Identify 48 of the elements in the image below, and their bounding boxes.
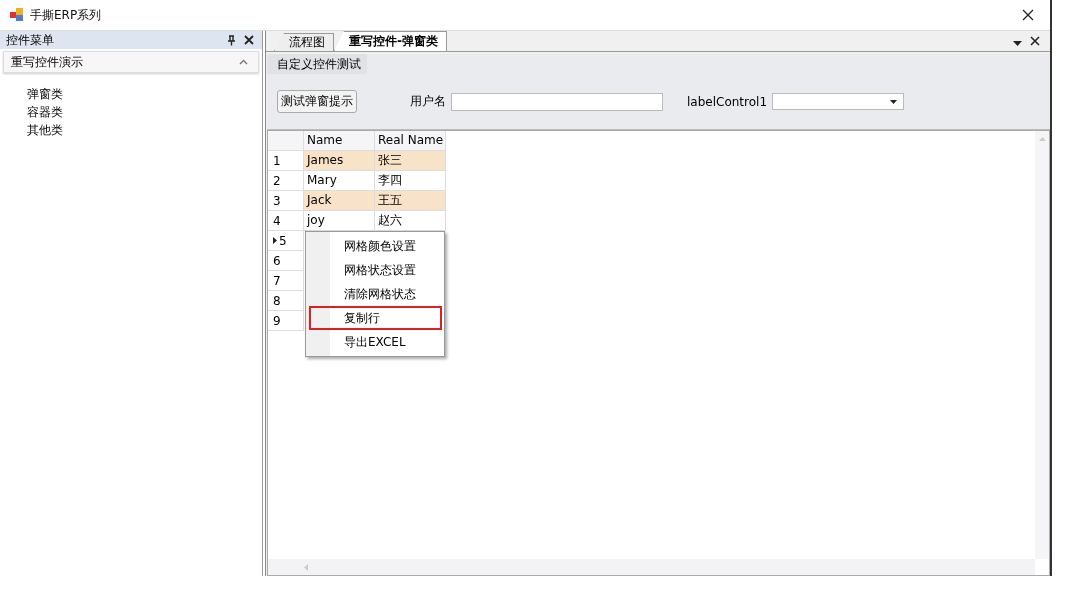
scroll-up-icon[interactable]	[1038, 137, 1046, 141]
row-header[interactable]: 8	[268, 291, 304, 311]
window-title: 手撕ERP系列	[30, 6, 102, 24]
column-header[interactable]: Real Name	[375, 131, 446, 151]
menu-item[interactable]: 复制行	[309, 306, 442, 330]
app-icon	[10, 8, 24, 22]
table-cell: joy	[304, 211, 375, 231]
nav-item[interactable]: 弹窗类	[27, 85, 63, 103]
scroll-left-icon[interactable]	[304, 563, 308, 571]
close-icon[interactable]	[244, 35, 254, 45]
row-header[interactable]: 9	[268, 311, 304, 331]
pin-icon[interactable]	[227, 34, 236, 46]
table-cell: 张三	[375, 151, 446, 171]
table-cell: 王五	[375, 191, 446, 211]
tab[interactable]: 流程图	[274, 33, 334, 51]
close-icon[interactable]	[1022, 9, 1034, 21]
table-cell: Jack	[304, 191, 375, 211]
nav-item[interactable]: 其他类	[27, 121, 63, 139]
menu-item[interactable]: 网格颜色设置	[309, 234, 442, 258]
header-corner[interactable]	[268, 131, 304, 151]
username-field[interactable]	[451, 92, 663, 111]
column-header[interactable]: Name	[304, 131, 375, 151]
caret-icon	[239, 59, 248, 65]
row-header[interactable]: 7	[268, 271, 304, 291]
combo-box[interactable]	[772, 93, 905, 110]
scrollbar[interactable]	[268, 559, 1035, 575]
dropdown-arrow-icon	[890, 99, 898, 104]
group-title: 自定义控件测试	[267, 54, 367, 74]
menu-item[interactable]: 网格状态设置	[309, 258, 442, 282]
row-header[interactable]: 5	[268, 231, 304, 251]
tab[interactable]: 重写控件-弹窗类	[334, 31, 447, 51]
panel-title: 控件菜单	[6, 31, 54, 49]
scrollbar[interactable]	[1035, 131, 1049, 559]
row-header[interactable]: 6	[268, 251, 304, 271]
field-label: labelControl1	[687, 94, 768, 109]
table-cell: 赵六	[375, 211, 446, 231]
group-header[interactable]: 重写控件演示	[3, 51, 259, 73]
menu-item[interactable]: 清除网格状态	[309, 282, 442, 306]
table-cell: James	[304, 151, 375, 171]
dropdown-arrow-icon[interactable]	[1013, 41, 1022, 46]
nav-item[interactable]: 容器类	[27, 103, 63, 121]
field-label: 用户名	[410, 93, 446, 110]
test-button[interactable]: 测试弹窗提示	[277, 90, 357, 113]
table-cell: 李四	[375, 171, 446, 191]
close-icon[interactable]	[1030, 36, 1040, 46]
current-row-icon	[273, 237, 277, 244]
table-cell: Mary	[304, 171, 375, 191]
menu-item[interactable]: 导出EXCEL	[309, 330, 442, 354]
